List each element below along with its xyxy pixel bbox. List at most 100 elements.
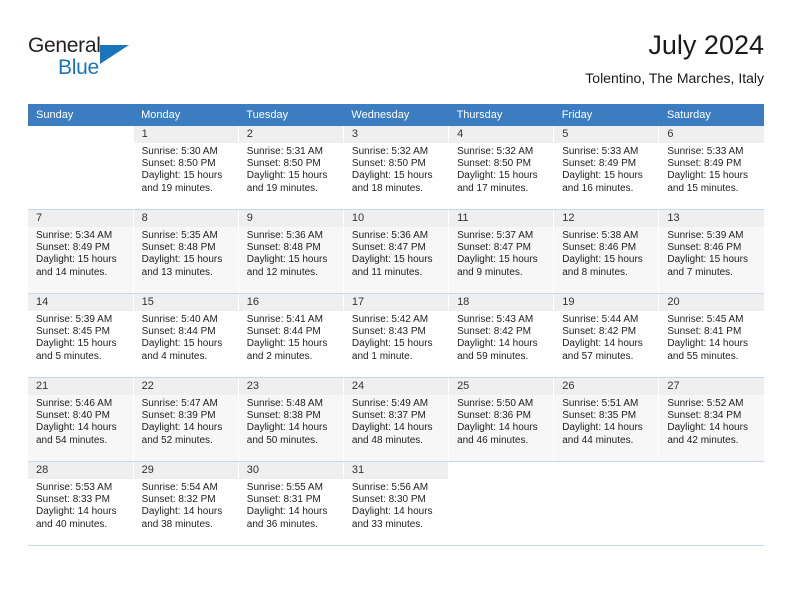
day-cell-details: Sunrise: 5:41 AM Sunset: 8:44 PM Daylight:… bbox=[239, 311, 343, 363]
day-sunset-text: Sunset: 8:46 PM bbox=[667, 242, 742, 254]
day-cell-inner: 27 Sunrise: 5:52 AM Sunset: 8:34 PM Dayligh… bbox=[659, 378, 764, 461]
day-daylight-line2-text: and 14 minutes. bbox=[36, 266, 108, 278]
day-cell-inner: 18 Sunrise: 5:43 AM Sunset: 8:42 PM Dayligh… bbox=[449, 294, 554, 377]
day-cell-details: Sunrise: 5:32 AM Sunset: 8:50 PM Daylight:… bbox=[449, 143, 553, 195]
day-cell-details: Sunrise: 5:47 AM Sunset: 8:39 PM Daylight:… bbox=[134, 395, 238, 447]
day-daylight-line1-text: Daylight: 15 hours bbox=[667, 170, 748, 182]
day-daylight-line1-text: Daylight: 15 hours bbox=[141, 338, 223, 350]
calendar-day-cell[interactable]: 10 Sunrise: 5:36 AM Sunset: 8:47 PM Dayligh… bbox=[343, 209, 450, 294]
calendar-day-cell[interactable]: 22 Sunrise: 5:47 AM Sunset: 8:39 PM Dayligh… bbox=[133, 377, 239, 462]
day-cell-inner: 23 Sunrise: 5:48 AM Sunset: 8:38 PM Dayligh… bbox=[238, 378, 343, 461]
day-cell-details: Sunrise: 5:56 AM Sunset: 8:30 PM Daylight:… bbox=[344, 479, 448, 531]
day-daylight-line1-text: Daylight: 14 hours bbox=[562, 422, 643, 434]
day-sunset-text: Sunset: 8:34 PM bbox=[667, 410, 742, 422]
day-cell-details: Sunrise: 5:34 AM Sunset: 8:49 PM Daylight:… bbox=[28, 227, 133, 279]
day-number: 3 bbox=[343, 126, 449, 143]
weekday-header-friday: Friday bbox=[553, 104, 659, 126]
calendar-day-cell[interactable]: 13 Sunrise: 5:39 AM Sunset: 8:46 PM Dayligh… bbox=[658, 209, 764, 294]
day-cell-inner: 7 Sunrise: 5:34 AM Sunset: 8:49 PM Daylight… bbox=[28, 210, 133, 293]
day-number: 27 bbox=[659, 378, 764, 395]
day-cell-details: Sunrise: 5:46 AM Sunset: 8:40 PM Daylight:… bbox=[28, 395, 133, 447]
calendar-day-cell[interactable]: 25 Sunrise: 5:50 AM Sunset: 8:36 PM Dayligh… bbox=[448, 377, 555, 462]
day-sunset-text: Sunset: 8:31 PM bbox=[246, 494, 321, 506]
calendar-day-cell[interactable]: 17 Sunrise: 5:42 AM Sunset: 8:43 PM Dayligh… bbox=[343, 293, 450, 378]
calendar-day-cell[interactable]: 29 Sunrise: 5:54 AM Sunset: 8:32 PM Dayligh… bbox=[133, 461, 239, 546]
day-cell-details: Sunrise: 5:30 AM Sunset: 8:50 PM Daylight:… bbox=[134, 143, 238, 195]
day-daylight-line2-text: and 19 minutes. bbox=[246, 182, 318, 194]
day-number: 24 bbox=[343, 378, 449, 395]
day-sunrise-text: Sunrise: 5:39 AM bbox=[667, 230, 744, 241]
day-daylight-line2-text: and 7 minutes. bbox=[667, 266, 733, 278]
day-daylight-line2-text: and 15 minutes. bbox=[667, 182, 739, 194]
day-cell-inner: 20 Sunrise: 5:45 AM Sunset: 8:41 PM Dayligh… bbox=[659, 294, 764, 377]
calendar-day-cell[interactable]: 12 Sunrise: 5:38 AM Sunset: 8:46 PM Dayligh… bbox=[553, 209, 660, 294]
calendar-day-cell[interactable]: 4 Sunrise: 5:32 AM Sunset: 8:50 PM Daylight… bbox=[448, 126, 555, 210]
calendar-day-cell[interactable]: 26 Sunrise: 5:51 AM Sunset: 8:35 PM Dayligh… bbox=[553, 377, 660, 462]
day-daylight-line2-text: and 16 minutes. bbox=[562, 182, 634, 194]
calendar-day-cell[interactable]: 27 Sunrise: 5:52 AM Sunset: 8:34 PM Dayligh… bbox=[658, 377, 764, 462]
calendar-day-cell[interactable]: 18 Sunrise: 5:43 AM Sunset: 8:42 PM Dayligh… bbox=[448, 293, 555, 378]
day-daylight-line2-text: and 11 minutes. bbox=[351, 266, 423, 278]
day-daylight-line1-text: Daylight: 15 hours bbox=[141, 254, 223, 266]
day-sunrise-text: Sunrise: 5:32 AM bbox=[351, 146, 429, 157]
day-sunrise-text: Sunrise: 5:38 AM bbox=[562, 230, 639, 241]
day-cell-inner: 9 Sunrise: 5:36 AM Sunset: 8:48 PM Daylight… bbox=[238, 210, 343, 293]
calendar-day-cell[interactable]: 14 Sunrise: 5:39 AM Sunset: 8:45 PM Dayligh… bbox=[28, 293, 134, 378]
day-cell-inner: 22 Sunrise: 5:47 AM Sunset: 8:39 PM Dayligh… bbox=[133, 378, 238, 461]
day-sunrise-text: Sunrise: 5:47 AM bbox=[141, 398, 218, 409]
calendar-day-cell[interactable]: 16 Sunrise: 5:41 AM Sunset: 8:44 PM Dayligh… bbox=[238, 293, 344, 378]
calendar-day-cell[interactable]: 2 Sunrise: 5:31 AM Sunset: 8:50 PM Daylight… bbox=[238, 126, 344, 210]
day-sunset-text: Sunset: 8:50 PM bbox=[351, 158, 426, 170]
day-sunrise-text: Sunrise: 5:41 AM bbox=[246, 314, 323, 325]
day-sunrise-text: Sunrise: 5:50 AM bbox=[457, 398, 534, 409]
calendar-day-cell[interactable]: 7 Sunrise: 5:34 AM Sunset: 8:49 PM Daylight… bbox=[28, 209, 134, 294]
day-cell-inner: 17 Sunrise: 5:42 AM Sunset: 8:43 PM Dayligh… bbox=[343, 294, 449, 377]
calendar-day-cell[interactable]: 20 Sunrise: 5:45 AM Sunset: 8:41 PM Dayligh… bbox=[658, 293, 764, 378]
day-sunset-text: Sunset: 8:47 PM bbox=[351, 242, 426, 254]
day-cell-details: Sunrise: 5:40 AM Sunset: 8:44 PM Daylight:… bbox=[134, 311, 238, 363]
day-cell-inner: 15 Sunrise: 5:40 AM Sunset: 8:44 PM Dayligh… bbox=[133, 294, 238, 377]
day-sunset-text: Sunset: 8:35 PM bbox=[562, 410, 637, 422]
day-sunset-text: Sunset: 8:32 PM bbox=[141, 494, 216, 506]
day-daylight-line2-text: and 13 minutes. bbox=[141, 266, 213, 278]
day-daylight-line2-text: and 44 minutes. bbox=[562, 434, 634, 446]
calendar-day-cell[interactable]: 3 Sunrise: 5:32 AM Sunset: 8:50 PM Daylight… bbox=[343, 126, 450, 210]
day-sunrise-text: Sunrise: 5:33 AM bbox=[667, 146, 744, 157]
day-daylight-line1-text: Daylight: 15 hours bbox=[351, 254, 433, 266]
day-cell-inner: 14 Sunrise: 5:39 AM Sunset: 8:45 PM Dayligh… bbox=[28, 294, 133, 377]
calendar-day-cell[interactable]: 23 Sunrise: 5:48 AM Sunset: 8:38 PM Dayligh… bbox=[238, 377, 344, 462]
calendar-day-cell[interactable]: 30 Sunrise: 5:55 AM Sunset: 8:31 PM Dayligh… bbox=[238, 461, 344, 546]
day-cell-details bbox=[659, 479, 764, 482]
day-daylight-line1-text: Daylight: 15 hours bbox=[457, 170, 538, 182]
calendar-day-cell[interactable]: 31 Sunrise: 5:56 AM Sunset: 8:30 PM Dayligh… bbox=[343, 461, 450, 546]
day-number: 1 bbox=[133, 126, 238, 143]
day-daylight-line1-text: Daylight: 14 hours bbox=[562, 338, 643, 350]
calendar-day-cell[interactable]: 24 Sunrise: 5:49 AM Sunset: 8:37 PM Dayligh… bbox=[343, 377, 450, 462]
calendar-day-cell[interactable]: 21 Sunrise: 5:46 AM Sunset: 8:40 PM Dayligh… bbox=[28, 377, 134, 462]
day-sunrise-text: Sunrise: 5:51 AM bbox=[562, 398, 639, 409]
day-daylight-line2-text: and 50 minutes. bbox=[246, 434, 318, 446]
day-daylight-line1-text: Daylight: 15 hours bbox=[36, 338, 117, 350]
day-cell-details bbox=[449, 479, 553, 482]
day-daylight-line2-text: and 48 minutes. bbox=[351, 434, 424, 446]
calendar-day-cell[interactable]: 28 Sunrise: 5:53 AM Sunset: 8:33 PM Dayligh… bbox=[28, 461, 134, 546]
calendar-day-cell[interactable]: 1 Sunrise: 5:30 AM Sunset: 8:50 PM Daylight… bbox=[133, 126, 239, 210]
calendar-day-cell[interactable]: 15 Sunrise: 5:40 AM Sunset: 8:44 PM Dayligh… bbox=[133, 293, 239, 378]
calendar-day-cell[interactable]: 9 Sunrise: 5:36 AM Sunset: 8:48 PM Daylight… bbox=[238, 209, 344, 294]
calendar-day-cell[interactable]: 11 Sunrise: 5:37 AM Sunset: 8:47 PM Dayligh… bbox=[448, 209, 555, 294]
day-cell-inner: 11 Sunrise: 5:37 AM Sunset: 8:47 PM Dayligh… bbox=[449, 210, 554, 293]
day-number: 19 bbox=[554, 294, 659, 311]
day-sunset-text: Sunset: 8:42 PM bbox=[457, 326, 531, 338]
day-sunset-text: Sunset: 8:40 PM bbox=[36, 410, 110, 422]
day-daylight-line2-text: and 52 minutes. bbox=[141, 434, 213, 446]
calendar-day-cell[interactable]: 19 Sunrise: 5:44 AM Sunset: 8:42 PM Dayligh… bbox=[553, 293, 660, 378]
calendar-day-cell[interactable]: 8 Sunrise: 5:35 AM Sunset: 8:48 PM Daylight… bbox=[133, 209, 239, 294]
day-number: 13 bbox=[659, 210, 764, 227]
day-daylight-line1-text: Daylight: 15 hours bbox=[562, 254, 643, 266]
day-daylight-line1-text: Daylight: 15 hours bbox=[246, 170, 328, 182]
calendar-day-cell[interactable]: 5 Sunrise: 5:33 AM Sunset: 8:49 PM Daylight… bbox=[553, 126, 660, 210]
day-number: 31 bbox=[343, 462, 449, 479]
day-sunset-text: Sunset: 8:50 PM bbox=[246, 158, 321, 170]
day-number bbox=[449, 462, 553, 479]
calendar-day-cell[interactable]: 6 Sunrise: 5:33 AM Sunset: 8:49 PM Daylight… bbox=[658, 126, 764, 210]
